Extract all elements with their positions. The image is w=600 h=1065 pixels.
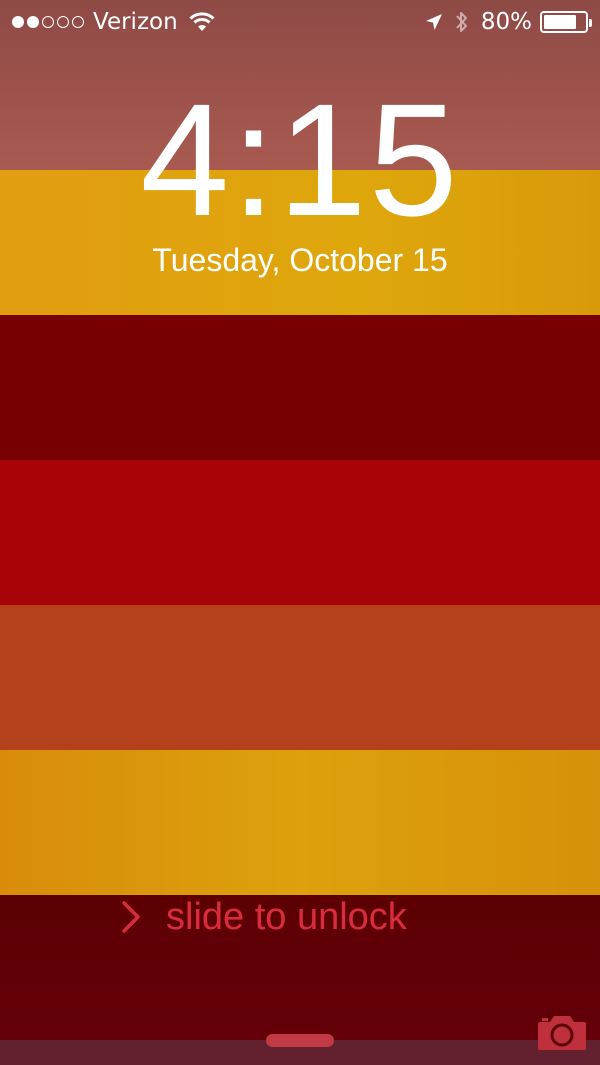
wifi-icon — [189, 12, 215, 31]
signal-strength-icon — [12, 16, 87, 28]
wallpaper-stripe — [0, 315, 600, 460]
signal-dot — [27, 16, 39, 28]
camera-icon[interactable] — [536, 1012, 588, 1052]
wallpaper-stripe — [0, 750, 600, 895]
carrier-name: Verizon — [93, 9, 178, 35]
lock-screen-date: Tuesday, October 15 — [152, 242, 448, 278]
chevron-right-icon — [122, 901, 140, 933]
signal-dot — [72, 16, 84, 28]
lock-screen: Verizon 80% 4:15 Tuesday, October 15 sli… — [0, 0, 600, 1065]
wallpaper-stripe — [0, 605, 600, 750]
slide-to-unlock-label: slide to unlock — [166, 895, 407, 938]
battery-percentage: 80% — [480, 9, 532, 35]
signal-dot — [57, 16, 69, 28]
battery-icon — [540, 11, 592, 33]
slide-to-unlock[interactable]: slide to unlock — [120, 893, 407, 941]
bluetooth-icon — [456, 12, 467, 32]
battery-tip — [589, 19, 592, 27]
status-bar-right: 80% — [425, 0, 592, 44]
status-bar-left: Verizon — [12, 0, 216, 44]
wallpaper-stripe — [0, 460, 600, 605]
battery-level-fill — [544, 15, 576, 29]
signal-dot — [42, 16, 54, 28]
status-bar: Verizon 80% — [0, 0, 600, 44]
location-arrow-icon — [425, 14, 442, 30]
lock-screen-time: 4:15 — [140, 70, 460, 249]
signal-dot — [12, 16, 24, 28]
control-center-grabber[interactable] — [266, 1034, 334, 1047]
